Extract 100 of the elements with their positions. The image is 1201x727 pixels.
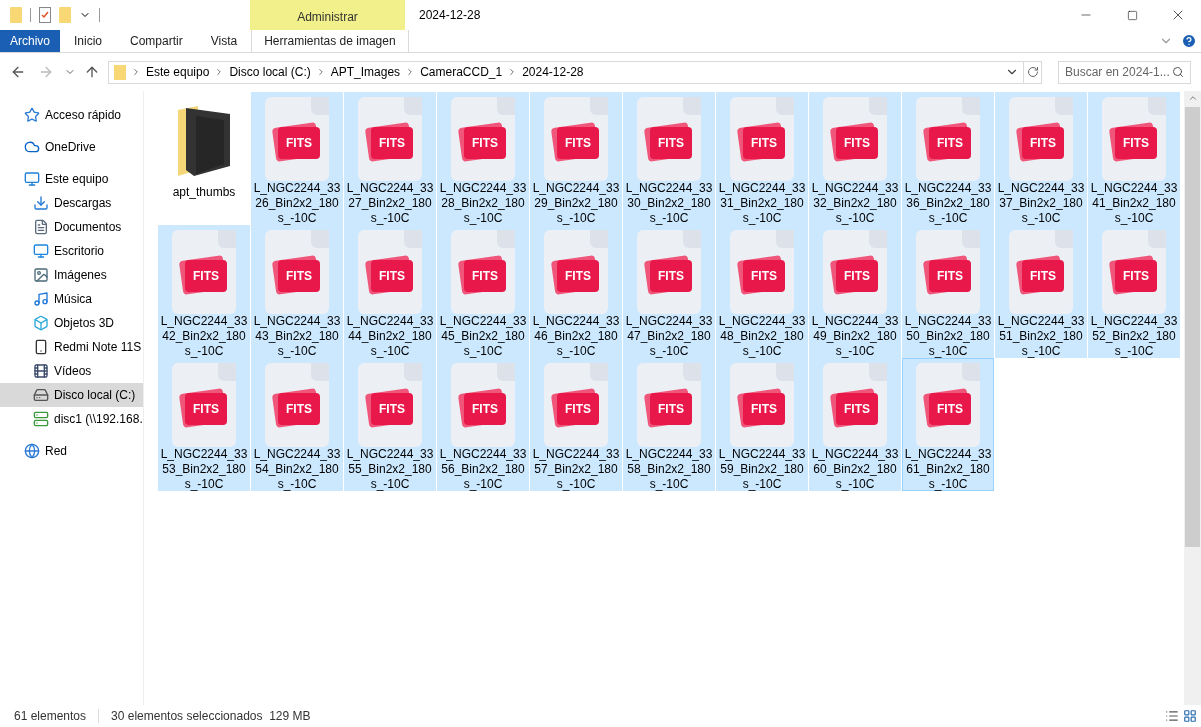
ribbon-tab[interactable]: Compartir xyxy=(116,30,197,52)
file-item[interactable]: FITS L_NGC2244_33 29_Bin2x2_180 s_-10C xyxy=(530,92,622,225)
file-name: L_NGC2244_33 31_Bin2x2_180 s_-10C xyxy=(718,181,806,226)
breadcrumb-item[interactable]: CameraCCD_1 xyxy=(420,63,503,81)
fits-file-icon: FITS xyxy=(823,97,887,181)
ribbon-tab[interactable]: Herramientas de imagen xyxy=(251,30,409,52)
sidebar-item[interactable]: Acceso rápido xyxy=(0,103,143,127)
fits-file-icon: FITS xyxy=(730,230,794,314)
sidebar-item[interactable]: Este equipo xyxy=(0,167,143,191)
file-item[interactable]: FITS L_NGC2244_33 48_Bin2x2_180 s_-10C xyxy=(716,225,808,358)
file-item[interactable]: FITS L_NGC2244_33 56_Bin2x2_180 s_-10C xyxy=(437,358,529,491)
fits-file-icon: FITS xyxy=(823,230,887,314)
file-item[interactable]: FITS L_NGC2244_33 58_Bin2x2_180 s_-10C xyxy=(623,358,715,491)
file-name: L_NGC2244_33 28_Bin2x2_180 s_-10C xyxy=(439,181,527,226)
file-item[interactable]: FITS L_NGC2244_33 30_Bin2x2_180 s_-10C xyxy=(623,92,715,225)
search-icon[interactable] xyxy=(1172,66,1184,78)
file-item[interactable]: FITS L_NGC2244_33 26_Bin2x2_180 s_-10C xyxy=(251,92,343,225)
file-item[interactable]: FITS L_NGC2244_33 42_Bin2x2_180 s_-10C xyxy=(158,225,250,358)
file-name: L_NGC2244_33 46_Bin2x2_180 s_-10C xyxy=(532,314,620,359)
file-item[interactable]: FITS L_NGC2244_33 44_Bin2x2_180 s_-10C xyxy=(344,225,436,358)
file-item[interactable]: FITS L_NGC2244_33 52_Bin2x2_180 s_-10C xyxy=(1088,225,1180,358)
file-name: L_NGC2244_33 29_Bin2x2_180 s_-10C xyxy=(532,181,620,226)
file-item[interactable]: FITS L_NGC2244_33 60_Bin2x2_180 s_-10C xyxy=(809,358,901,491)
file-name: L_NGC2244_33 55_Bin2x2_180 s_-10C xyxy=(346,447,434,492)
file-name: L_NGC2244_33 50_Bin2x2_180 s_-10C xyxy=(904,314,992,359)
file-item[interactable]: FITS L_NGC2244_33 31_Bin2x2_180 s_-10C xyxy=(716,92,808,225)
scrollbar[interactable] xyxy=(1184,91,1201,705)
file-item[interactable]: FITS L_NGC2244_33 53_Bin2x2_180 s_-10C xyxy=(158,358,250,491)
file-item[interactable]: FITS L_NGC2244_33 41_Bin2x2_180 s_-10C xyxy=(1088,92,1180,225)
search-input[interactable]: Buscar en 2024-1... xyxy=(1065,63,1172,81)
details-view-icon[interactable] xyxy=(1165,709,1179,723)
folder-icon xyxy=(114,64,126,80)
file-item[interactable]: FITS L_NGC2244_33 27_Bin2x2_180 s_-10C xyxy=(344,92,436,225)
ribbon-tab[interactable]: Inicio xyxy=(60,30,117,52)
file-name: L_NGC2244_33 41_Bin2x2_180 s_-10C xyxy=(1090,181,1178,226)
image-icon xyxy=(33,267,49,283)
fits-file-icon: FITS xyxy=(916,363,980,447)
refresh-button[interactable] xyxy=(1023,61,1041,83)
large-icons-view-icon[interactable] xyxy=(1183,709,1197,723)
file-item[interactable]: FITS L_NGC2244_33 57_Bin2x2_180 s_-10C xyxy=(530,358,622,491)
sidebar-item[interactable]: Redmi Note 11S xyxy=(0,335,143,359)
file-name: L_NGC2244_33 52_Bin2x2_180 s_-10C xyxy=(1090,314,1178,359)
checkbox-icon[interactable] xyxy=(39,7,51,23)
file-item[interactable]: FITS L_NGC2244_33 55_Bin2x2_180 s_-10C xyxy=(344,358,436,491)
scroll-up-icon[interactable] xyxy=(1187,93,1198,103)
fits-file-icon: FITS xyxy=(823,363,887,447)
ribbon-tab[interactable]: Archivo xyxy=(0,30,60,52)
breadcrumb-item[interactable]: 2024-12-28 xyxy=(522,63,584,81)
sidebar-item[interactable]: Descargas xyxy=(0,191,143,215)
file-item[interactable]: FITS L_NGC2244_33 36_Bin2x2_180 s_-10C xyxy=(902,92,994,225)
fits-file-icon: FITS xyxy=(265,363,329,447)
file-item[interactable]: FITS L_NGC2244_33 43_Bin2x2_180 s_-10C xyxy=(251,225,343,358)
breadcrumb-item[interactable]: APT_Images xyxy=(330,63,401,81)
forward-button[interactable] xyxy=(38,64,54,80)
fits-file-icon: FITS xyxy=(358,97,422,181)
file-item[interactable]: FITS L_NGC2244_33 32_Bin2x2_180 s_-10C xyxy=(809,92,901,225)
globe-icon xyxy=(24,443,40,459)
help-icon[interactable] xyxy=(1181,33,1197,49)
sidebar-item[interactable]: Red xyxy=(0,439,143,463)
breadcrumb-item[interactable]: Este equipo xyxy=(146,63,210,81)
sidebar-item[interactable]: Documentos xyxy=(0,215,143,239)
file-item[interactable]: FITS L_NGC2244_33 46_Bin2x2_180 s_-10C xyxy=(530,225,622,358)
sidebar-item[interactable]: Vídeos xyxy=(0,359,143,383)
file-item[interactable]: FITS L_NGC2244_33 45_Bin2x2_180 s_-10C xyxy=(437,225,529,358)
file-item[interactable]: FITS L_NGC2244_33 49_Bin2x2_180 s_-10C xyxy=(809,225,901,358)
sidebar-label: Escritorio xyxy=(54,243,104,260)
fits-file-icon: FITS xyxy=(451,97,515,181)
back-button[interactable] xyxy=(10,64,26,80)
file-item[interactable]: FITS L_NGC2244_33 28_Bin2x2_180 s_-10C xyxy=(437,92,529,225)
file-item[interactable]: FITS L_NGC2244_33 59_Bin2x2_180 s_-10C xyxy=(716,358,808,491)
address-field[interactable]: Este equipo Disco local (C:) APT_Images CameraCCD_1 2024-12-28 xyxy=(108,60,1042,84)
search-field[interactable]: Buscar en 2024-1... xyxy=(1058,60,1191,84)
sidebar-item[interactable]: Objetos 3D xyxy=(0,311,143,335)
file-name: L_NGC2244_33 53_Bin2x2_180 s_-10C xyxy=(160,447,248,492)
sidebar-item[interactable]: OneDrive xyxy=(0,135,143,159)
file-item[interactable]: FITS L_NGC2244_33 50_Bin2x2_180 s_-10C xyxy=(902,225,994,358)
sidebar-label: Documentos xyxy=(54,219,122,236)
sidebar-item[interactable]: Escritorio xyxy=(0,239,143,263)
file-item[interactable]: FITS L_NGC2244_33 61_Bin2x2_180 s_-10C xyxy=(902,358,994,491)
scrollbar-thumb[interactable] xyxy=(1185,107,1200,547)
sidebar-item[interactable]: Disco local (C:) xyxy=(0,383,143,407)
sidebar-item[interactable]: Música xyxy=(0,287,143,311)
star-icon xyxy=(24,107,40,123)
file-item[interactable]: FITS L_NGC2244_33 37_Bin2x2_180 s_-10C xyxy=(995,92,1087,225)
sidebar-label: Este equipo xyxy=(45,171,109,188)
file-name: L_NGC2244_33 49_Bin2x2_180 s_-10C xyxy=(811,314,899,359)
ribbon-tab[interactable]: Vista xyxy=(196,30,252,52)
breadcrumb-item[interactable]: Disco local (C:) xyxy=(229,63,311,81)
file-item[interactable]: FITS L_NGC2244_33 51_Bin2x2_180 s_-10C xyxy=(995,225,1087,358)
music-note-icon xyxy=(33,291,49,307)
sidebar-item[interactable]: Imágenes xyxy=(0,263,143,287)
file-name: L_NGC2244_33 56_Bin2x2_180 s_-10C xyxy=(439,447,527,492)
sidebar-label: Descargas xyxy=(54,195,112,212)
file-item[interactable]: FITS L_NGC2244_33 47_Bin2x2_180 s_-10C xyxy=(623,225,715,358)
item-count: 61 elementos xyxy=(14,708,87,725)
sidebar-item[interactable]: disc1 (\\192.168. xyxy=(0,407,143,431)
sidebar-label: Vídeos xyxy=(54,363,92,380)
up-button[interactable] xyxy=(84,64,100,80)
file-item[interactable]: FITS L_NGC2244_33 54_Bin2x2_180 s_-10C xyxy=(251,358,343,491)
file-name: L_NGC2244_33 43_Bin2x2_180 s_-10C xyxy=(253,314,341,359)
